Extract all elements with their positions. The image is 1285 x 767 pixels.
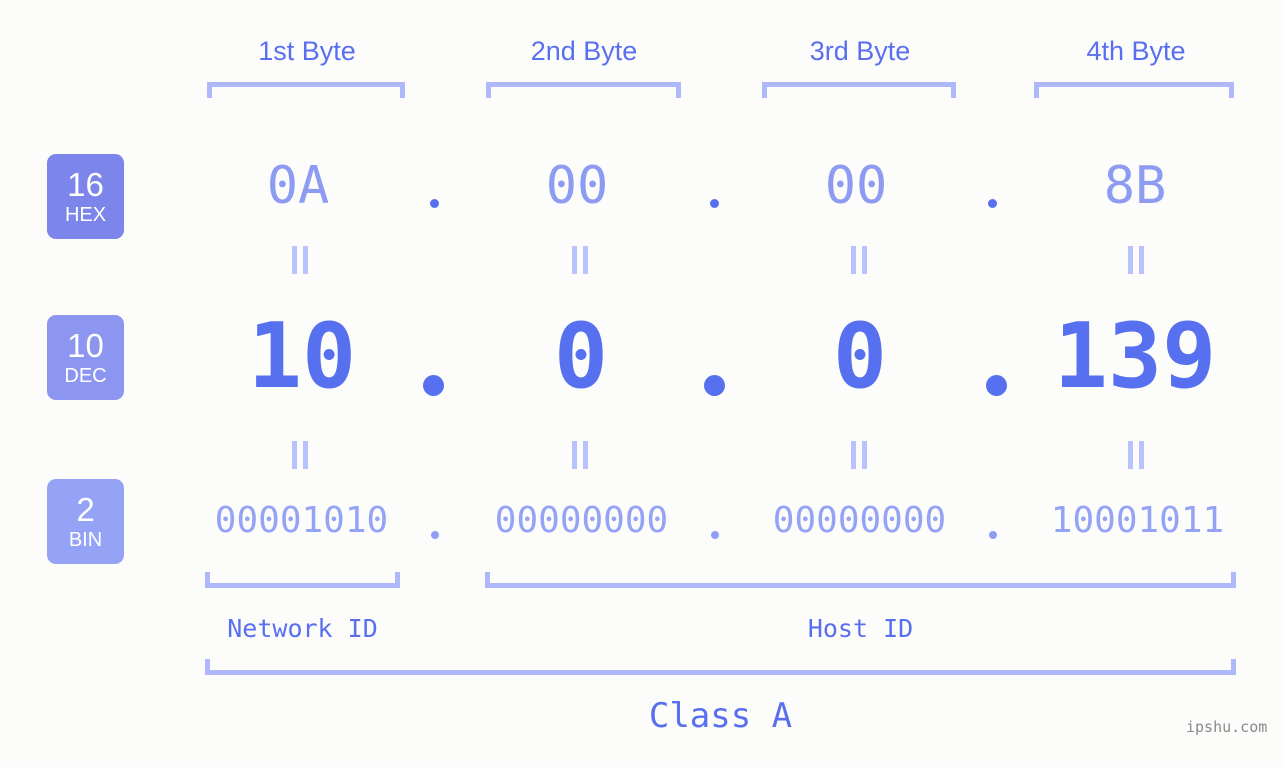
- watermark: ipshu.com: [1186, 718, 1268, 736]
- bin-separator-dot-2: [711, 531, 719, 539]
- bin-value-2: 00000000: [494, 500, 669, 541]
- dec-separator-dot-3: [986, 375, 1007, 396]
- bin-value-4: 10001011: [1050, 500, 1225, 541]
- dec-value-3: 0: [832, 304, 888, 409]
- radix-badge-bin-name: BIN: [68, 529, 103, 551]
- byte-header-1: 1st Byte: [258, 36, 356, 66]
- byte-bracket-3: [762, 82, 956, 98]
- radix-badge-hex: 16 HEX: [47, 154, 124, 239]
- equals-connector-dec-bin-2: [572, 441, 588, 469]
- equals-connector-dec-bin-4: [1128, 441, 1144, 469]
- hex-separator-dot-2: [710, 199, 719, 208]
- equals-connector-hex-dec-2: [572, 246, 588, 274]
- bin-separator-dot-1: [431, 531, 439, 539]
- ip-class-bracket: [205, 659, 1236, 675]
- bin-separator-dot-3: [989, 531, 997, 539]
- bin-value-3: 00000000: [772, 500, 947, 541]
- radix-badge-hex-name: HEX: [64, 204, 107, 226]
- hex-value-1: 0A: [266, 156, 330, 216]
- dec-value-1: 10: [247, 304, 357, 409]
- hex-separator-dot-1: [430, 199, 439, 208]
- equals-connector-dec-bin-1: [292, 441, 308, 469]
- equals-connector-dec-bin-3: [851, 441, 867, 469]
- hex-value-2: 00: [545, 156, 609, 216]
- byte-bracket-2: [486, 82, 681, 98]
- equals-connector-hex-dec-4: [1128, 246, 1144, 274]
- hex-value-3: 00: [824, 156, 888, 216]
- byte-bracket-1: [207, 82, 405, 98]
- host-id-label: Host ID: [807, 614, 914, 643]
- radix-badge-dec-number: 10: [67, 327, 104, 364]
- byte-bracket-4: [1034, 82, 1234, 98]
- dec-value-2: 0: [553, 304, 609, 409]
- radix-badge-dec: 10 DEC: [47, 315, 124, 400]
- byte-header-3: 3rd Byte: [809, 36, 911, 66]
- dec-separator-dot-1: [423, 375, 444, 396]
- host-id-bracket: [485, 572, 1236, 588]
- equals-connector-hex-dec-1: [292, 246, 308, 274]
- radix-badge-bin: 2 BIN: [47, 479, 124, 564]
- radix-badge-hex-number: 16: [67, 166, 104, 203]
- dec-separator-dot-2: [704, 375, 725, 396]
- bin-value-1: 00001010: [214, 500, 389, 541]
- byte-header-4: 4th Byte: [1086, 36, 1186, 66]
- radix-badge-dec-name: DEC: [64, 365, 107, 387]
- network-id-label: Network ID: [227, 614, 378, 643]
- ip-class-label: Class A: [648, 696, 793, 736]
- ip-address-diagram: 1st Byte 2nd Byte 3rd Byte 4th Byte 16 H…: [0, 0, 1285, 767]
- byte-header-2: 2nd Byte: [530, 36, 638, 66]
- hex-separator-dot-3: [988, 199, 997, 208]
- radix-badge-bin-number: 2: [76, 491, 95, 528]
- dec-value-4: 139: [1053, 304, 1217, 409]
- network-id-bracket: [205, 572, 400, 588]
- hex-value-4: 8B: [1103, 156, 1167, 216]
- equals-connector-hex-dec-3: [851, 246, 867, 274]
